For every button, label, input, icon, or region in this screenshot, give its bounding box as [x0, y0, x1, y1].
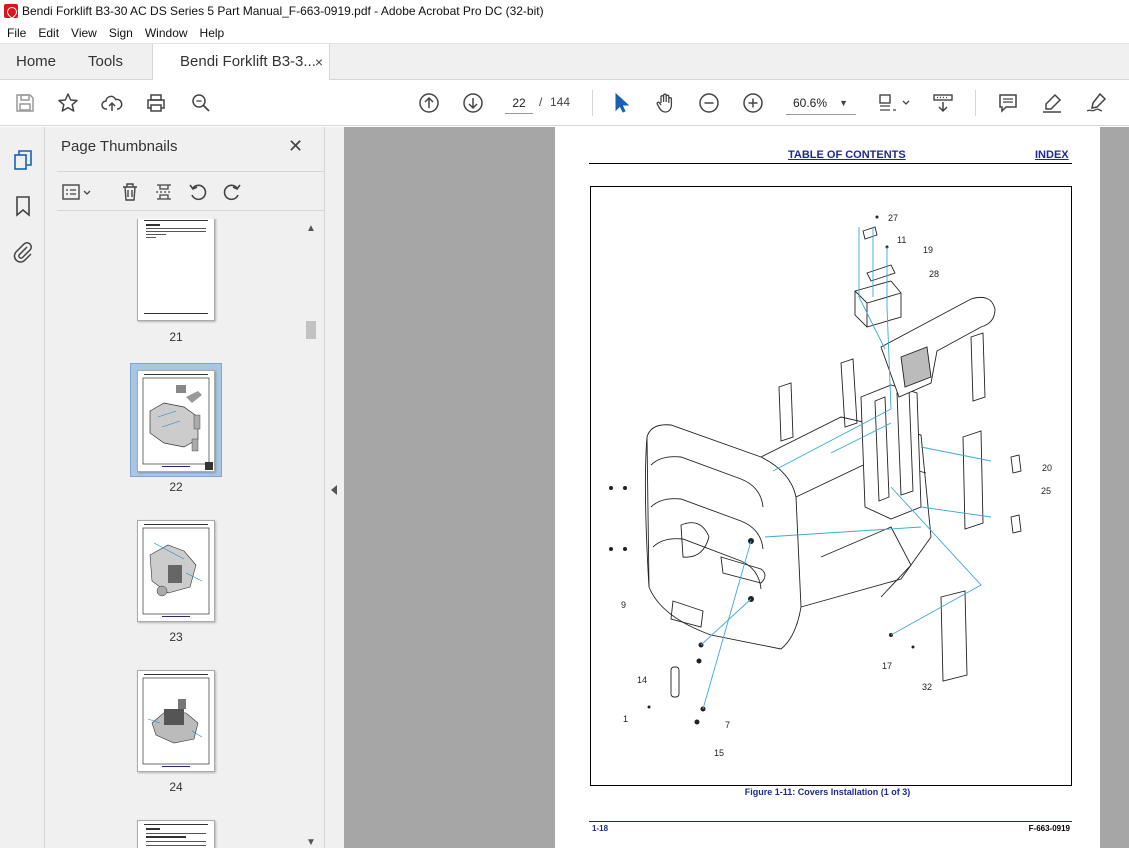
- tab-tools[interactable]: Tools: [88, 44, 123, 81]
- rotate-clockwise-icon[interactable]: [220, 180, 244, 204]
- document-viewer[interactable]: TABLE OF CONTENTS INDEX 27 11 19 28 20 2…: [344, 127, 1129, 848]
- acrobat-logo-icon: [4, 4, 18, 18]
- scroll-down-icon[interactable]: ▼: [306, 837, 316, 848]
- panel-title: Page Thumbnails: [61, 138, 178, 155]
- zoom-dropdown[interactable]: 60.6% ▼: [786, 93, 856, 115]
- index-link[interactable]: INDEX: [1035, 149, 1069, 161]
- title-bar: Bendi Forklift B3-30 AC DS Series 5 Part…: [0, 0, 1129, 22]
- page-number-input[interactable]: 22: [505, 92, 533, 114]
- panel-splitter[interactable]: [324, 127, 344, 848]
- thumbnail-label-21: 21: [169, 330, 183, 344]
- callout-32: 32: [922, 682, 932, 692]
- options-menu-icon[interactable]: [61, 180, 93, 204]
- zoom-search-icon[interactable]: [189, 91, 213, 115]
- collapse-panel-icon[interactable]: [331, 485, 337, 495]
- callout-9: 9: [621, 600, 626, 610]
- thumbnail-page-22[interactable]: [137, 370, 215, 472]
- close-tab-icon[interactable]: ×: [315, 44, 323, 80]
- menu-bar: File Edit View Sign Window Help: [0, 22, 1129, 43]
- scrollbar-thumb[interactable]: [306, 321, 316, 339]
- thumbnail-label-24: 24: [169, 780, 183, 794]
- callout-27: 27: [888, 213, 898, 223]
- zoom-out-icon[interactable]: [697, 91, 721, 115]
- callout-1: 1: [623, 714, 628, 724]
- menu-edit[interactable]: Edit: [38, 26, 59, 40]
- rotate-counterclockwise-icon[interactable]: [186, 180, 210, 204]
- thumbnail-list: 21 22 23 24: [45, 219, 303, 848]
- scroll-up-icon[interactable]: ▲: [306, 223, 316, 234]
- hand-tool-icon[interactable]: [653, 91, 677, 115]
- document-page: TABLE OF CONTENTS INDEX 27 11 19 28 20 2…: [555, 127, 1100, 848]
- menu-help[interactable]: Help: [200, 26, 225, 40]
- select-cursor-icon[interactable]: [609, 91, 633, 115]
- tab-bar: Home Tools Bendi Forklift B3-3... ×: [0, 43, 1129, 81]
- page-separator: /: [539, 95, 543, 109]
- star-icon[interactable]: [56, 91, 80, 115]
- callout-19: 19: [923, 245, 933, 255]
- thumbnail-page-25[interactable]: [137, 820, 215, 848]
- previous-page-icon[interactable]: [417, 91, 441, 115]
- close-panel-icon[interactable]: ✕: [288, 136, 303, 157]
- thumbnail-toolbar: [57, 171, 325, 211]
- upload-cloud-icon[interactable]: [100, 91, 124, 115]
- page-thumbnails-icon[interactable]: [10, 147, 36, 173]
- tab-home[interactable]: Home: [16, 44, 56, 81]
- thumbnail-page-23[interactable]: [137, 520, 215, 622]
- callout-20: 20: [1042, 463, 1052, 473]
- callout-7: 7: [725, 720, 730, 730]
- menu-file[interactable]: File: [7, 26, 26, 40]
- page-number-footer: 1-18: [592, 824, 609, 833]
- window-title: Bendi Forklift B3-30 AC DS Series 5 Part…: [22, 4, 544, 18]
- callout-14: 14: [637, 675, 647, 685]
- toolbar-divider: [975, 90, 976, 116]
- toolbar: 22 / 144 60.6% ▼: [0, 80, 1129, 126]
- tab-document-label: Bendi Forklift B3-3...: [180, 53, 316, 70]
- document-code-footer: F-663-0919: [1028, 824, 1070, 833]
- toolbar-divider: [592, 90, 593, 116]
- callout-28: 28: [929, 269, 939, 279]
- zoom-value: 60.6%: [793, 96, 828, 110]
- next-page-icon[interactable]: [461, 91, 485, 115]
- zoom-in-icon[interactable]: [741, 91, 765, 115]
- covers-installation-drawing: 27 11 19 28 20 25 9 17 32 14 1 7 15: [609, 213, 1052, 758]
- print-icon[interactable]: [144, 91, 168, 115]
- page-thumbnails-panel: Page Thumbnails ✕ 21 22 23 24 ▲ ▼: [45, 127, 325, 848]
- thumbnail-scrollbar[interactable]: ▲ ▼: [303, 219, 319, 848]
- table-of-contents-link[interactable]: TABLE OF CONTENTS: [788, 149, 906, 161]
- thumbnail-page-21[interactable]: [137, 219, 215, 321]
- menu-sign[interactable]: Sign: [109, 26, 133, 40]
- chevron-down-icon: ▼: [839, 98, 848, 108]
- save-icon[interactable]: [13, 91, 37, 115]
- menu-window[interactable]: Window: [145, 26, 188, 40]
- tab-document[interactable]: Bendi Forklift B3-3... ×: [152, 44, 330, 81]
- attachment-paperclip-icon[interactable]: [10, 239, 36, 265]
- delete-trash-icon[interactable]: [118, 180, 142, 204]
- callout-17: 17: [882, 661, 892, 671]
- header-rule: [589, 163, 1072, 164]
- left-navigation-rail: [0, 127, 45, 848]
- thumbnail-label-22: 22: [169, 480, 183, 494]
- sign-pen-icon[interactable]: [1084, 91, 1108, 115]
- comment-icon[interactable]: [996, 91, 1020, 115]
- footer-rule: [589, 821, 1072, 822]
- highlight-pen-icon[interactable]: [1040, 91, 1064, 115]
- total-pages: 144: [550, 95, 571, 109]
- scroll-mode-icon[interactable]: [931, 91, 955, 115]
- fit-page-icon[interactable]: [876, 91, 912, 115]
- extract-pages-icon[interactable]: [152, 180, 176, 204]
- thumbnail-label-23: 23: [169, 630, 183, 644]
- figure-frame: 27 11 19 28 20 25 9 17 32 14 1 7 15: [590, 186, 1072, 786]
- thumbnail-page-24[interactable]: [137, 670, 215, 772]
- callout-25: 25: [1041, 486, 1051, 496]
- bookmark-icon[interactable]: [10, 193, 36, 219]
- menu-view[interactable]: View: [71, 26, 97, 40]
- callout-11: 11: [897, 235, 906, 245]
- callout-15: 15: [714, 748, 724, 758]
- figure-caption: Figure 1-11: Covers Installation (1 of 3…: [744, 787, 911, 797]
